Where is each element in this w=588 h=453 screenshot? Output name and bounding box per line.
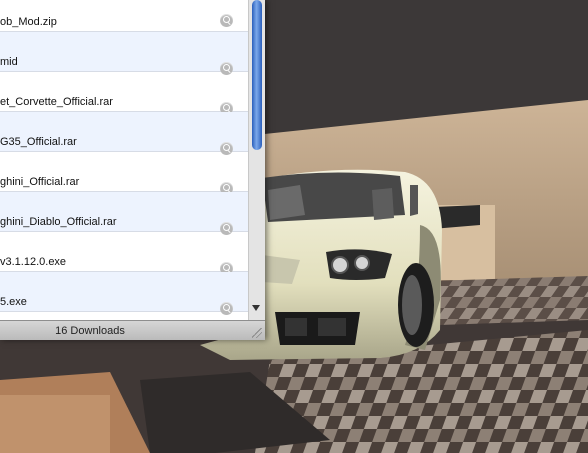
download-item-name: 5.exe (0, 296, 27, 308)
download-item[interactable]: v3.1.12.0.exe (0, 232, 248, 275)
downloads-list: ob_Mod.zip mid et_Corvette_Official.rar … (0, 0, 248, 320)
download-item[interactable]: mid (0, 32, 248, 75)
download-item-name: ghini_Official.rar (0, 176, 80, 188)
scroll-down-arrow-icon[interactable] (252, 305, 260, 311)
download-item[interactable]: 5.exe (0, 272, 248, 315)
download-count: 16 Downloads (55, 325, 125, 337)
resize-grip-icon[interactable] (252, 328, 262, 338)
download-item[interactable]: ob_Mod.zip (0, 0, 248, 32)
vertical-scrollbar[interactable] (248, 0, 265, 320)
magnifier-icon[interactable] (220, 302, 233, 315)
download-item[interactable]: et_Corvette_Official.rar (0, 72, 248, 115)
download-item-name: ob_Mod.zip (0, 16, 57, 28)
download-item-name: et_Corvette_Official.rar (0, 96, 113, 108)
scrollbar-thumb[interactable] (252, 0, 262, 150)
downloads-status-bar: 16 Downloads (0, 320, 265, 340)
download-item-name: G35_Official.rar (0, 136, 77, 148)
downloads-window: ob_Mod.zip mid et_Corvette_Official.rar … (0, 0, 265, 340)
download-item-name: v3.1.12.0.exe (0, 256, 67, 268)
download-item[interactable]: ghini_Official.rar (0, 152, 248, 195)
magnifier-icon[interactable] (220, 14, 233, 27)
download-item[interactable]: G35_Official.rar (0, 112, 248, 155)
download-item[interactable]: ghini_Diablo_Official.rar (0, 192, 248, 235)
download-item-name: ghini_Diablo_Official.rar (0, 216, 117, 228)
download-item-name: mid (0, 56, 18, 68)
